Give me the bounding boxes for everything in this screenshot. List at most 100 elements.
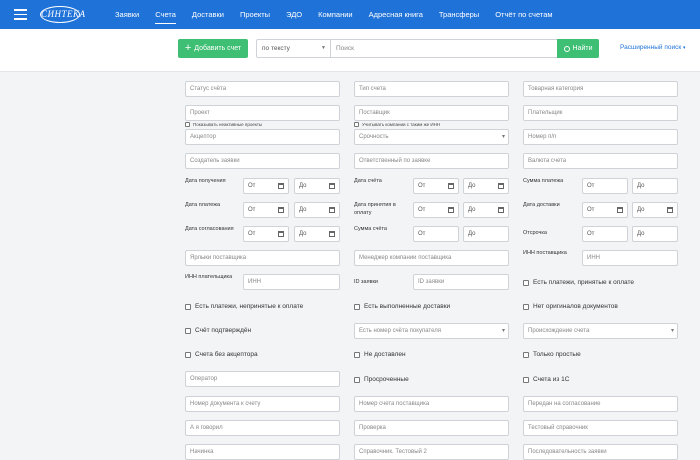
date-payment-to[interactable]: До: [294, 202, 340, 218]
from-1c-label: Счета из 1С: [533, 376, 570, 383]
payer-inn-field[interactable]: ИНН: [243, 274, 340, 290]
not-delivered-checkbox[interactable]: Не доставлен: [354, 351, 406, 358]
no-originals-checkbox[interactable]: Нет оригиналов документов: [523, 303, 618, 310]
search-icon: [563, 45, 570, 52]
date-payment-label: Дата платежа: [185, 202, 221, 208]
status-field[interactable]: Статус счёта: [185, 81, 340, 97]
date-delivery-to[interactable]: До: [632, 202, 678, 218]
project-field[interactable]: Проект: [185, 105, 340, 121]
date-accept-to[interactable]: До: [463, 202, 509, 218]
doc-number-field[interactable]: Номер документа к счету: [185, 396, 340, 412]
from-label: От: [248, 207, 256, 213]
no-acceptor-checkbox[interactable]: Счета без акцептора: [185, 351, 258, 358]
unaccepted-payments-checkbox[interactable]: Есть платежи, непринятые к оплате: [185, 303, 303, 310]
date-delivery-from[interactable]: От: [582, 202, 628, 218]
supplier-tags-field[interactable]: Ярлыки поставщика: [185, 250, 340, 266]
reference-test-field[interactable]: Справочник. Тестовый 2: [354, 444, 509, 460]
checkbox-box: [354, 303, 360, 310]
plus-icon: +: [184, 42, 192, 54]
operator-field[interactable]: Оператор: [185, 371, 340, 387]
category-field[interactable]: Товарная категория: [523, 81, 678, 97]
logo[interactable]: СИНТЕКА: [40, 6, 85, 23]
responsible-field[interactable]: Ответственный по заявке: [354, 153, 509, 169]
supplier-manager-field[interactable]: Менеджер компании поставщика: [354, 250, 509, 266]
date-accept-from[interactable]: От: [413, 202, 459, 218]
overdue-checkbox[interactable]: Просроченные: [354, 376, 409, 383]
supplier-inn-label: ИНН поставщика: [523, 250, 567, 256]
calendar-icon: [498, 183, 504, 189]
nav-item-companies[interactable]: Компании: [318, 0, 352, 29]
done-deliveries-checkbox[interactable]: Есть выполненные доставки: [354, 303, 450, 310]
calendar-icon: [278, 207, 284, 213]
supplier-inn-field[interactable]: ИНН: [582, 250, 678, 266]
menu-icon[interactable]: [14, 9, 27, 20]
main-nav: Заявки Счета Доставки Проекты ЭДО Компан…: [115, 0, 569, 29]
from-label: От: [587, 207, 595, 213]
inn-companies-checkbox[interactable]: Учитывать компании с таким же ИНН: [354, 122, 440, 127]
show-inactive-checkbox[interactable]: Показывать неактивные проекты: [185, 122, 262, 127]
search-input[interactable]: [330, 39, 558, 58]
nav-item-invoices[interactable]: Счета: [155, 0, 176, 29]
checkbox-box: [185, 303, 191, 310]
advanced-search-link[interactable]: Расширенный поиск ▾: [620, 44, 686, 51]
nav-item-deliveries[interactable]: Доставки: [192, 0, 224, 29]
date-invoice-from[interactable]: От: [413, 178, 459, 194]
buyer-number-select[interactable]: Есть номер счёта покупателя: [354, 323, 509, 339]
nav-item-projects[interactable]: Проекты: [240, 0, 270, 29]
from-1c-checkbox[interactable]: Счета из 1С: [523, 376, 569, 383]
accepted-payments-checkbox[interactable]: Есть платежи, принятые к оплате: [523, 279, 634, 286]
date-invoice-to[interactable]: До: [463, 178, 509, 194]
number-field[interactable]: Номер п/п: [523, 129, 678, 145]
sent-approval-field[interactable]: Передан на согласование: [523, 396, 678, 412]
search-type-select[interactable]: по тексту ▼: [256, 39, 331, 58]
acceptor-field[interactable]: Акцептор: [185, 129, 340, 145]
amount-payment-to[interactable]: До: [632, 178, 678, 194]
creator-field[interactable]: Создатель заявки: [185, 153, 340, 169]
simple-only-checkbox[interactable]: Только простые: [523, 351, 581, 358]
to-label: До: [468, 183, 476, 189]
nav-item-address-book[interactable]: Адресная книга: [369, 0, 423, 29]
request-id-field[interactable]: ID заявки: [413, 274, 509, 290]
delivery-seq-field[interactable]: Последовательность заявки: [523, 444, 678, 460]
amount-payment-from[interactable]: От: [582, 178, 628, 194]
payer-field[interactable]: Плательщик: [523, 105, 678, 121]
payer-inn-label: ИНН плательщика: [185, 274, 233, 280]
deferral-from[interactable]: От: [582, 226, 628, 242]
checkbox-box: [185, 122, 190, 127]
caret-down-icon: ▾: [683, 45, 686, 51]
from-label: От: [248, 231, 256, 237]
nav-item-edo[interactable]: ЭДО: [286, 0, 302, 29]
test-ref-field[interactable]: Тестовый справочник: [523, 420, 678, 436]
amount-invoice-to[interactable]: До: [463, 226, 509, 242]
nav-item-invoice-report[interactable]: Отчёт по счетам: [495, 0, 552, 29]
find-label: Найти: [572, 45, 593, 52]
nav-item-transfers[interactable]: Трансферы: [439, 0, 479, 29]
check-field[interactable]: Проверка: [354, 420, 509, 436]
deferral-to[interactable]: До: [632, 226, 678, 242]
date-approval-to[interactable]: До: [294, 226, 340, 242]
currency-field[interactable]: Валюта счета: [523, 153, 678, 169]
supplier-invoice-number-field[interactable]: Номер счета поставщика: [354, 396, 509, 412]
nav-item-requests[interactable]: Заявки: [115, 0, 139, 29]
request-id-label: ID заявки: [354, 279, 378, 285]
supplier-field[interactable]: Поставщик: [354, 105, 509, 121]
find-button[interactable]: Найти: [557, 39, 599, 58]
said-a-field[interactable]: А я говорил: [185, 420, 340, 436]
nachinka-field[interactable]: Начинка: [185, 444, 340, 460]
date-invoice-label: Дата счёта: [354, 178, 382, 184]
invoice-origin-select[interactable]: Происхождение счета: [523, 323, 678, 339]
date-received-from[interactable]: От: [243, 178, 289, 194]
date-received-to[interactable]: До: [294, 178, 340, 194]
calendar-icon: [448, 207, 454, 213]
overdue-label: Просроченные: [364, 376, 409, 383]
urgency-select[interactable]: Срочность: [354, 129, 509, 145]
date-approval-from[interactable]: От: [243, 226, 289, 242]
checkbox-box: [523, 303, 529, 310]
date-payment-from[interactable]: От: [243, 202, 289, 218]
add-invoice-button[interactable]: + Добавить счет: [178, 39, 248, 58]
not-delivered-label: Не доставлен: [364, 351, 406, 358]
amount-invoice-from[interactable]: От: [413, 226, 459, 242]
type-field[interactable]: Тип счета: [354, 81, 509, 97]
checkbox-box: [523, 376, 529, 383]
confirmed-checkbox[interactable]: Счёт подтверждён: [185, 327, 251, 334]
